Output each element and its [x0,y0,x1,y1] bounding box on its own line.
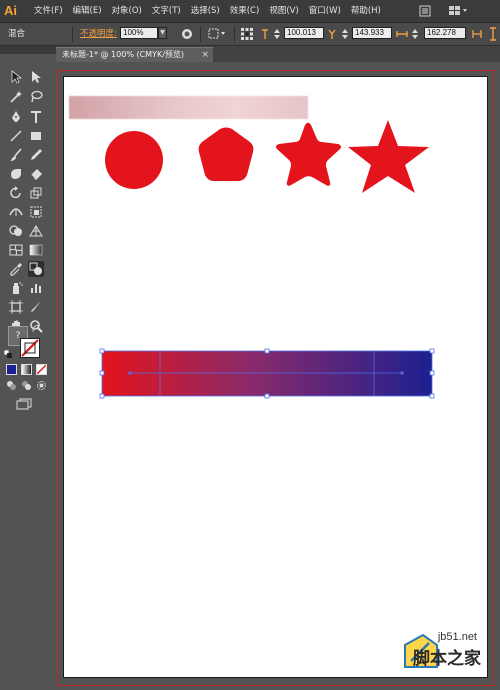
draw-normal-icon[interactable] [6,380,17,391]
menu-view[interactable]: 视图(V) [269,0,298,22]
y-stepper[interactable] [340,27,350,41]
spine-anchor-point[interactable] [400,371,404,375]
lasso-tool-icon[interactable] [28,89,44,105]
paintbrush-tool-icon[interactable] [8,147,24,163]
magic-wand-tool-icon[interactable] [8,89,24,105]
line-segment-tool-icon[interactable] [8,128,24,144]
draw-behind-icon[interactable] [21,380,32,391]
opacity-input[interactable] [120,27,158,39]
none-mode-button[interactable] [36,364,47,375]
type-tool-icon[interactable] [28,109,44,125]
mesh-tool-icon[interactable] [8,242,24,258]
separator [72,26,73,42]
red-rounded-pentagon[interactable] [198,127,254,182]
document-tab-title: 未标题-1* @ 100% (CMYK/预览) [62,50,185,59]
screen-mode-icon[interactable] [16,398,32,410]
pencil-tool-icon[interactable] [28,147,44,163]
red-star[interactable] [348,120,429,193]
width-tool-icon[interactable] [8,204,24,220]
gradient-mode-button[interactable] [21,364,32,375]
swap-colors-icon[interactable] [32,324,41,333]
menu-select[interactable]: 选择(S) [191,0,220,22]
selection-tool-icon[interactable] [8,69,24,85]
opacity-dropdown[interactable]: ▼ [158,27,167,39]
recolor-icon[interactable] [180,27,194,41]
spine-anchor-point[interactable] [128,371,132,375]
menu-bar: Ai 文件(F) 编辑(E) 对象(O) 文字(T) 选择(S) 效果(C) 视… [0,0,500,23]
blend-gradient-bar[interactable] [102,351,432,396]
y-position-input[interactable] [352,27,392,39]
perspective-grid-tool-icon[interactable] [28,223,44,239]
rectangle-tool-icon[interactable] [28,128,44,144]
control-bar: 混合 不透明度: ▼ [0,23,500,46]
separator [234,26,235,42]
direct-selection-tool-icon[interactable] [28,69,44,85]
app-logo: Ai [4,3,17,18]
toolbox: ? [0,54,57,690]
free-transform-tool-icon[interactable] [28,204,44,220]
color-mode-button[interactable] [6,364,17,375]
red-circle[interactable] [105,131,163,189]
menu-type[interactable]: 文字(T) [152,0,181,22]
watermark-url: jb51.net [437,631,477,643]
watermark: jb51.net 脚本之家 [397,617,487,677]
red-rounded-star[interactable] [275,122,342,186]
x-stepper[interactable] [272,27,282,41]
menu-object[interactable]: 对象(O) [112,0,142,22]
document-tab-row: 未标题-1* @ 100% (CMYK/预览) × [56,46,500,62]
opacity-control: ▼ [120,27,167,41]
draw-inside-icon[interactable] [36,380,47,391]
column-graph-tool-icon[interactable] [28,280,44,296]
menu-items: 文件(F) 编辑(E) 对象(O) 文字(T) 选择(S) 效果(C) 视图(V… [34,0,391,22]
y-label-icon[interactable] [327,27,337,41]
canvas-area[interactable]: jb51.net 脚本之家 [56,62,500,690]
scale-tool-icon[interactable] [28,185,44,201]
constrain-proportions-icon[interactable] [470,27,484,41]
menu-effect[interactable]: 效果(C) [230,0,260,22]
reference-point-icon[interactable] [240,27,254,41]
menu-file[interactable]: 文件(F) [34,0,63,22]
align-to-icon[interactable] [208,27,225,41]
artwork-layer [99,120,435,399]
width-stepper[interactable] [410,27,420,41]
menu-help[interactable]: 帮助(H) [351,0,381,22]
document-tab[interactable]: 未标题-1* @ 100% (CMYK/预览) × [56,47,213,62]
artboard-tool-icon[interactable] [8,299,24,315]
slice-tool-icon[interactable] [28,299,44,315]
rotate-tool-icon[interactable] [8,185,24,201]
symbol-sprayer-tool-icon[interactable] [8,280,24,296]
menu-edit[interactable]: 编辑(E) [73,0,102,22]
opacity-label[interactable]: 不透明度: [80,27,117,41]
gradient-tool-icon[interactable] [28,242,44,258]
workspace-switcher-icon[interactable] [448,4,470,18]
eyedropper-tool-icon[interactable] [8,261,24,277]
selection-type-label: 混合 [8,29,26,39]
shape-builder-tool-icon[interactable] [8,223,24,239]
x-label-icon[interactable] [260,27,270,41]
close-tab-icon[interactable]: × [201,48,209,62]
toolbox-handle[interactable] [0,46,56,54]
height-label-icon[interactable] [486,27,500,41]
x-position-input[interactable] [284,27,324,39]
bridge-icon[interactable] [418,4,432,18]
stroke-swatch[interactable] [20,338,40,358]
width-label-icon[interactable] [396,27,408,41]
separator [200,26,201,42]
eraser-tool-icon[interactable] [28,166,44,182]
blob-brush-tool-icon[interactable] [8,166,24,182]
default-colors-icon[interactable] [3,349,12,358]
blend-tool-icon[interactable] [28,261,44,277]
width-input[interactable] [424,27,466,39]
watermark-text: 脚本之家 [413,649,481,669]
pen-tool-icon[interactable] [8,109,24,125]
artboard[interactable]: jb51.net 脚本之家 [63,76,488,678]
menu-window[interactable]: 窗口(W) [309,0,341,22]
